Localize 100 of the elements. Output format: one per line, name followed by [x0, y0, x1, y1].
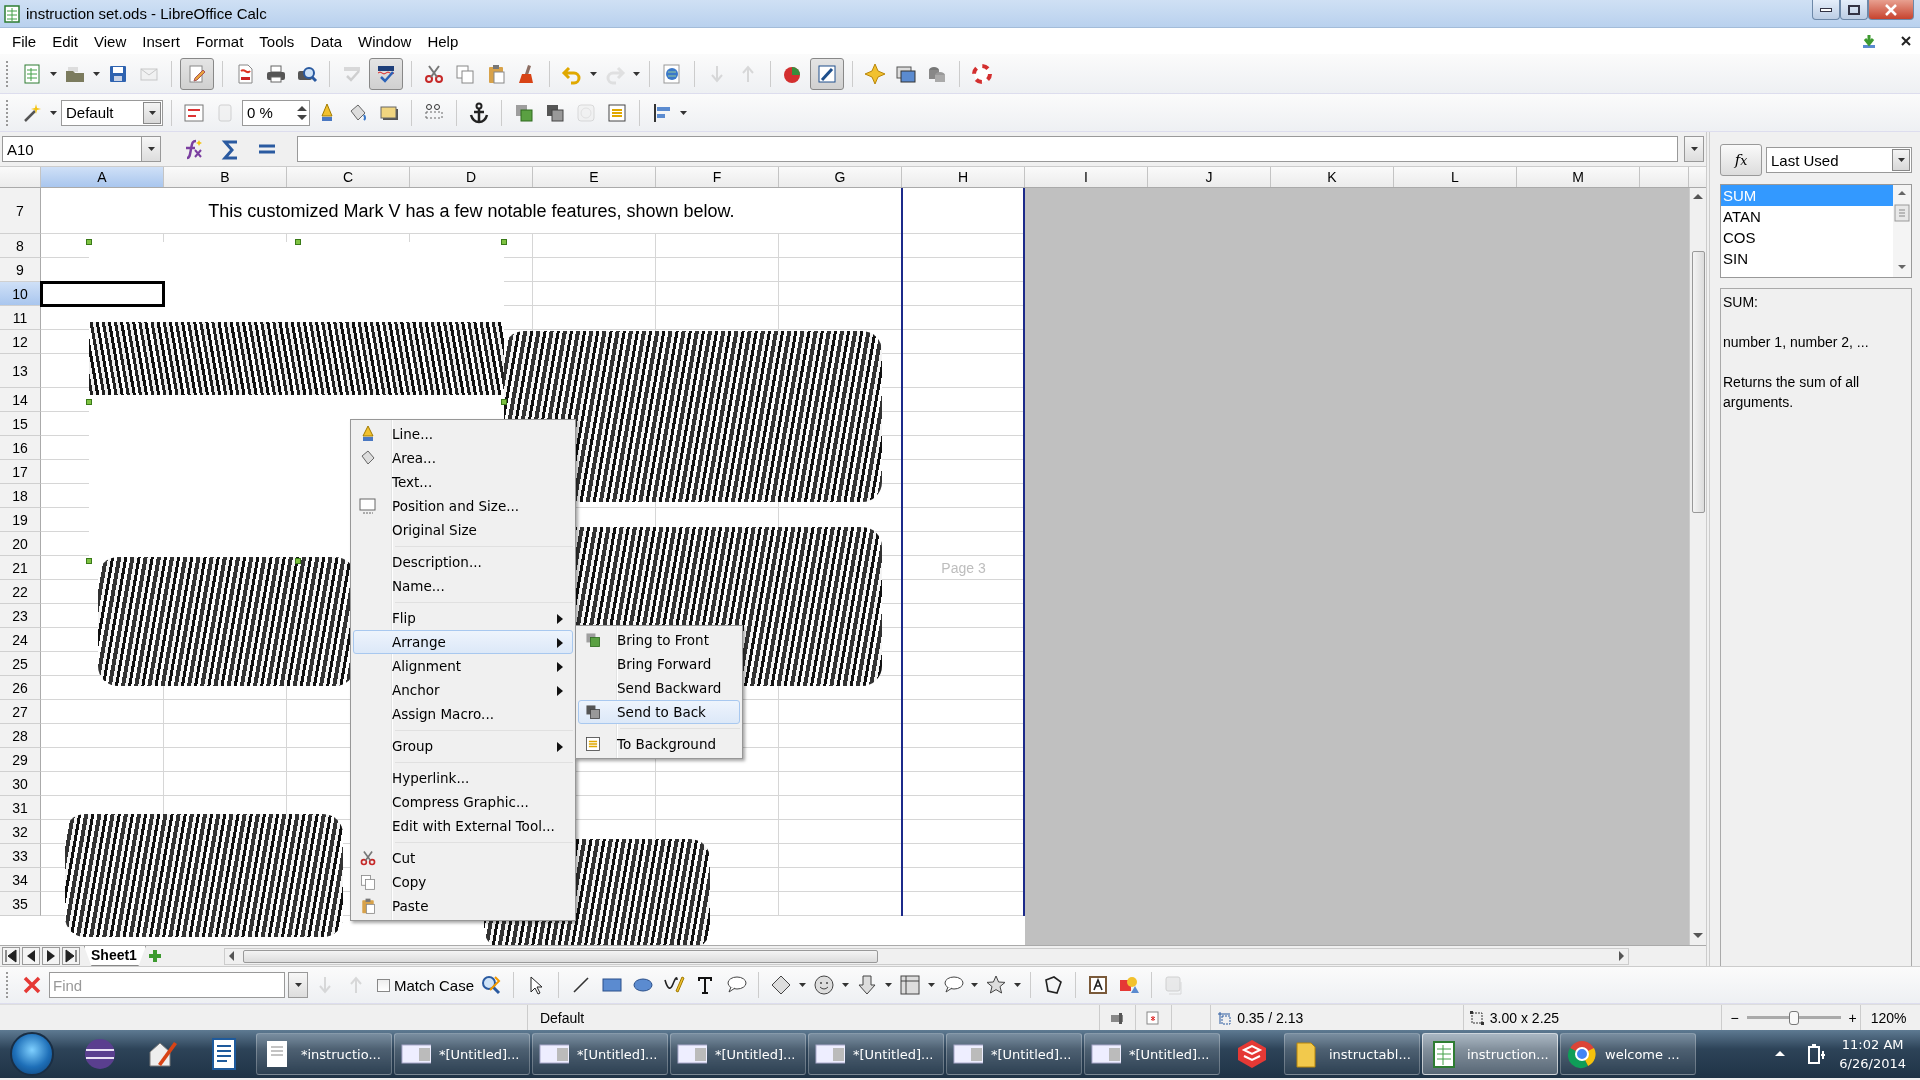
menu-item[interactable]: Edit with External Tool... — [353, 814, 573, 838]
dropdown-button[interactable] — [141, 136, 161, 162]
anchor-icon[interactable] — [468, 101, 490, 124]
column-header[interactable]: B — [164, 167, 287, 187]
row-header[interactable]: 21 — [0, 556, 41, 580]
caret-icon[interactable] — [1014, 983, 1022, 987]
taskbar-button[interactable]: *instructio... — [256, 1033, 392, 1075]
menu-item[interactable]: File — [4, 30, 45, 52]
transparency-field[interactable]: 0 % — [242, 99, 310, 126]
scrollbar-thumb[interactable] — [1692, 251, 1705, 513]
menu-item[interactable]: Assign Macro... — [353, 702, 573, 726]
match-case-checkbox[interactable] — [377, 978, 390, 992]
vertical-scrollbar[interactable] — [1689, 188, 1706, 945]
menu-item[interactable]: Line... — [353, 422, 573, 446]
row-header[interactable]: 10 — [0, 282, 41, 306]
row-header[interactable]: 24 — [0, 628, 41, 652]
row-header[interactable]: 22 — [0, 580, 41, 604]
menu-item[interactable]: Format — [187, 30, 252, 52]
name-box[interactable]: A10 — [2, 136, 142, 162]
row-header[interactable]: 7 — [0, 188, 41, 234]
caret-icon[interactable] — [799, 983, 807, 987]
zoom-in-button[interactable]: + — [1848, 1009, 1857, 1026]
row-header[interactable]: 31 — [0, 796, 41, 820]
menu-item[interactable]: To Background — [578, 732, 740, 756]
list-scrollbar-icon[interactable] — [1893, 185, 1911, 277]
menu-item[interactable]: Window — [350, 30, 420, 52]
function-item[interactable]: SIN — [1721, 248, 1893, 269]
column-header[interactable]: L — [1394, 167, 1517, 187]
menu-item[interactable]: Compress Graphic... — [353, 790, 573, 814]
sphere-icon[interactable] — [82, 1036, 118, 1072]
find-replace-icon[interactable] — [480, 974, 503, 996]
menu-item[interactable]: Alignment — [353, 654, 573, 678]
menu-item[interactable]: Text... — [353, 470, 573, 494]
menu-item[interactable]: Description... — [353, 550, 573, 574]
column-header[interactable]: K — [1271, 167, 1394, 187]
menu-item[interactable]: View — [86, 30, 135, 52]
menu-item[interactable]: Original Size — [353, 518, 573, 542]
column-header[interactable]: M — [1517, 167, 1640, 187]
line-style-icon[interactable] — [183, 101, 205, 124]
row-header[interactable]: 13 — [0, 354, 41, 388]
find-field[interactable]: Find — [49, 972, 285, 998]
close-icon[interactable] — [1900, 35, 1912, 47]
horizontal-scrollbar[interactable] — [223, 947, 1629, 965]
menu-item[interactable]: Flip — [353, 606, 573, 630]
menu-item[interactable]: Help — [419, 30, 467, 52]
caret-icon[interactable] — [590, 71, 597, 76]
row-header[interactable]: 27 — [0, 700, 41, 724]
edit-button[interactable] — [180, 57, 214, 90]
row-header[interactable]: 32 — [0, 820, 41, 844]
globe-icon[interactable] — [661, 62, 683, 85]
page-style-label[interactable]: Default — [539, 1009, 585, 1026]
taskbar-button[interactable]: *[Untitled]... — [808, 1033, 944, 1075]
row-header[interactable]: 29 — [0, 748, 41, 772]
taskbar-button[interactable]: *[Untitled]... — [532, 1033, 668, 1075]
menu-item[interactable]: Edit — [44, 30, 87, 52]
diamond-icon[interactable] — [770, 974, 793, 996]
download-icon[interactable] — [1860, 33, 1878, 49]
expand-button[interactable] — [1684, 136, 1704, 162]
minimize-button[interactable] — [1812, 0, 1840, 20]
picture-placeholder[interactable] — [65, 814, 343, 937]
selection-handle[interactable] — [86, 239, 92, 245]
printer-icon[interactable] — [265, 62, 287, 85]
menu-item[interactable]: Area... — [353, 446, 573, 470]
menu-item[interactable]: Tools — [251, 30, 303, 52]
column-header[interactable]: E — [533, 167, 656, 187]
zoom-percentage[interactable]: 120% — [1870, 1009, 1907, 1026]
column-header[interactable]: A — [41, 167, 164, 187]
caret-icon[interactable] — [680, 110, 687, 115]
align-icon[interactable] — [651, 101, 673, 124]
caret-icon[interactable] — [928, 983, 936, 987]
zoom-out-button[interactable]: − — [1730, 1009, 1739, 1026]
row-header[interactable]: 19 — [0, 508, 41, 532]
scrollbar-thumb[interactable] — [242, 949, 878, 963]
star-icon[interactable] — [864, 62, 886, 85]
row-header[interactable]: 16 — [0, 436, 41, 460]
start-button[interactable] — [10, 1032, 54, 1076]
selection-handle[interactable] — [86, 558, 92, 564]
battery-icon[interactable] — [1805, 1043, 1828, 1065]
menu-item[interactable]: Paste — [353, 894, 573, 918]
caret-icon[interactable] — [633, 71, 640, 76]
menu-item[interactable]: Bring to Front — [578, 628, 740, 652]
first-sheet-icon[interactable] — [2, 947, 20, 965]
menu-item[interactable]: Group — [353, 734, 573, 758]
selection-handle[interactable] — [501, 239, 507, 245]
document-modified-icon[interactable] — [1146, 1010, 1160, 1025]
callout-icon[interactable] — [942, 974, 965, 996]
last-sheet-icon[interactable] — [62, 947, 80, 965]
speech-bubble-icon[interactable] — [725, 974, 748, 996]
column-header[interactable]: F — [656, 167, 779, 187]
column-header[interactable]: G — [779, 167, 902, 187]
clock-time[interactable]: 11:02 AM — [1841, 1035, 1904, 1054]
caret-icon[interactable] — [50, 110, 57, 115]
taskbar-button[interactable]: instruction... — [1422, 1033, 1558, 1075]
function-item[interactable]: ATAN — [1721, 206, 1893, 227]
menu-item[interactable]: Copy — [353, 870, 573, 894]
row-header[interactable]: 14 — [0, 388, 41, 412]
function-list[interactable]: SUM ATAN COS SIN — [1720, 184, 1912, 278]
column-header[interactable]: J — [1148, 167, 1271, 187]
row-header[interactable]: 33 — [0, 844, 41, 868]
star-icon[interactable] — [985, 974, 1008, 996]
